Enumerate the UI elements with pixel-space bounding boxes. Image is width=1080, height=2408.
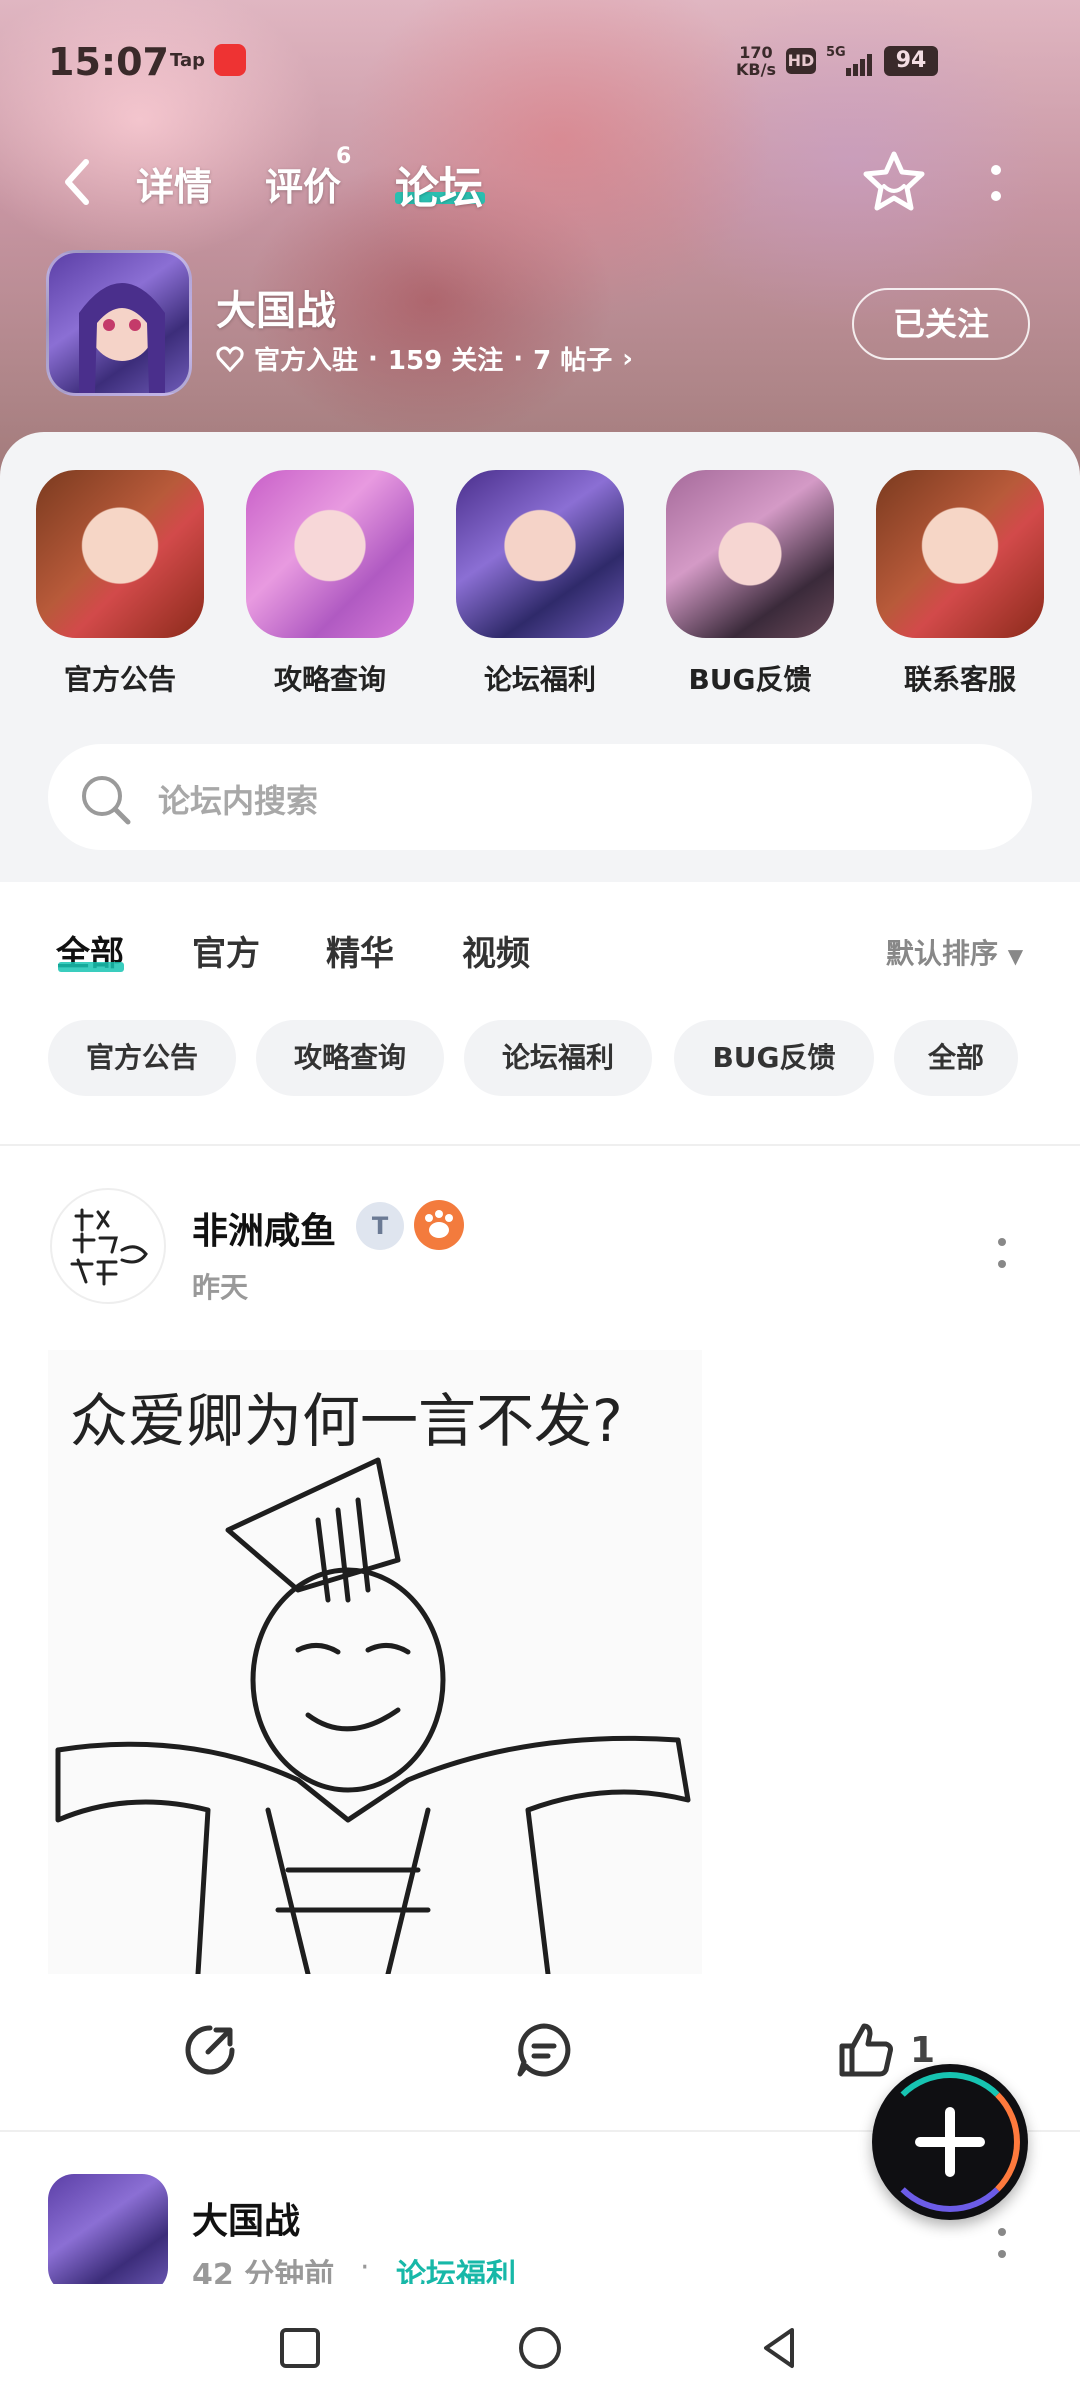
shortcut-label: 攻略查询	[273, 663, 386, 696]
shortcut-benefits[interactable]: 论坛福利	[456, 470, 624, 698]
shortcut-thumb	[36, 470, 204, 638]
chip-bug-report[interactable]: BUG反馈	[674, 1020, 874, 1096]
search-input[interactable]: 论坛内搜索	[48, 744, 1032, 850]
forum-page: { "status_bar": {"time": "15:07", "tap_l…	[0, 0, 1080, 2408]
svg-text:5G: 5G	[826, 45, 846, 60]
shortcut-label: 官方公告	[63, 663, 176, 696]
shortcut-thumb	[876, 470, 1044, 638]
filter-tab-official[interactable]: 官方	[192, 926, 260, 975]
share-icon[interactable]	[180, 2020, 240, 2080]
shortcut-label: 联系客服	[903, 663, 1016, 696]
search-icon	[82, 776, 131, 825]
tab-forum[interactable]: 论坛	[395, 152, 483, 216]
avatar[interactable]	[50, 1188, 166, 1304]
post-more-icon[interactable]	[992, 1234, 1012, 1274]
game-icon-art	[79, 283, 165, 393]
shortcut-strategy[interactable]: 攻略查询	[246, 470, 414, 698]
level-badge-icon: T	[356, 1202, 404, 1250]
back-nav-icon[interactable]	[756, 2324, 804, 2372]
post-author[interactable]: 大国战	[192, 2192, 300, 2244]
meme-drawing	[55, 1457, 691, 1974]
official-heart-icon	[216, 346, 244, 372]
chip-strategy[interactable]: 攻略查询	[256, 1020, 444, 1096]
post-image[interactable]: 众爱卿为何一言不发?	[48, 1350, 702, 1974]
filter-tab-video[interactable]: 视频	[462, 926, 530, 975]
review-count-badge: 6	[336, 144, 352, 169]
home-icon[interactable]	[516, 2324, 564, 2372]
tap-app-icon: Tap	[170, 50, 205, 71]
post-count[interactable]: 7 帖子	[533, 340, 612, 377]
more-options-icon[interactable]	[984, 156, 1008, 216]
recent-apps-icon[interactable]	[276, 2324, 324, 2372]
tab-review[interactable]: 评价	[265, 156, 341, 211]
shortcut-customer-service[interactable]: 联系客服	[876, 470, 1044, 698]
back-icon[interactable]	[58, 152, 98, 212]
chip-all[interactable]: 全部	[894, 1020, 1018, 1096]
official-label: 官方入驻	[254, 346, 359, 376]
comment-icon[interactable]	[514, 2020, 574, 2080]
favorite-star-icon[interactable]	[860, 148, 928, 216]
post-time: 昨天	[192, 1271, 249, 1304]
meta-dot: ·	[368, 343, 378, 374]
filter-tab-featured[interactable]: 精华	[326, 926, 394, 975]
tab-detail[interactable]: 详情	[136, 156, 212, 211]
chip-benefits[interactable]: 论坛福利	[464, 1020, 652, 1096]
hd-icon: HD	[786, 48, 816, 74]
shortcut-official-notice[interactable]: 官方公告	[36, 470, 204, 698]
game-icon[interactable]	[46, 250, 192, 396]
divider	[0, 1144, 1080, 1146]
net-speed: 170 KB/s	[736, 43, 776, 79]
follow-button[interactable]: 已关注	[852, 288, 1030, 360]
chevron-right-icon: ›	[622, 343, 633, 374]
shortcut-thumb	[666, 470, 834, 638]
avatar-calligraphy-art	[70, 1208, 148, 1286]
meta-dot: ·	[360, 2250, 370, 2285]
post-more-icon[interactable]	[992, 2224, 1012, 2264]
plus-icon	[915, 2107, 985, 2177]
shortcut-label: BUG反馈	[688, 663, 812, 696]
search-placeholder: 论坛内搜索	[158, 782, 319, 820]
developer-badge-icon	[414, 1200, 464, 1250]
caret-down-icon: ▼	[1007, 944, 1024, 968]
create-post-button[interactable]	[872, 2064, 1028, 2220]
shortcut-thumb	[456, 470, 624, 638]
battery-indicator: 94	[884, 46, 938, 76]
status-bar: 15:07 Tap 170 KB/s HD 5G 94	[0, 0, 1080, 120]
sort-dropdown[interactable]: 默认排序 ▼	[886, 932, 1023, 972]
filter-tab-indicator	[58, 962, 124, 972]
shortcut-thumb	[246, 470, 414, 638]
meta-dot: ·	[513, 343, 524, 374]
shortcut-bug-report[interactable]: BUG反馈	[666, 470, 834, 698]
game-title: 大国战	[216, 288, 336, 334]
post-author-avatar[interactable]	[48, 2174, 168, 2294]
sort-label: 默认排序	[886, 937, 999, 970]
notification-app-icon	[214, 44, 246, 76]
post-author[interactable]: 非洲咸鱼	[192, 1202, 336, 1254]
signal-icon: 5G	[826, 45, 872, 76]
shortcut-label: 论坛福利	[483, 663, 596, 696]
game-meta: 官方入驻 · 159 关注 · 7 帖子 ›	[216, 340, 633, 377]
status-time: 15:07	[48, 40, 169, 84]
chip-official-notice[interactable]: 官方公告	[48, 1020, 236, 1096]
follower-count: 159 关注	[387, 346, 504, 376]
paw-icon	[416, 1202, 462, 1248]
